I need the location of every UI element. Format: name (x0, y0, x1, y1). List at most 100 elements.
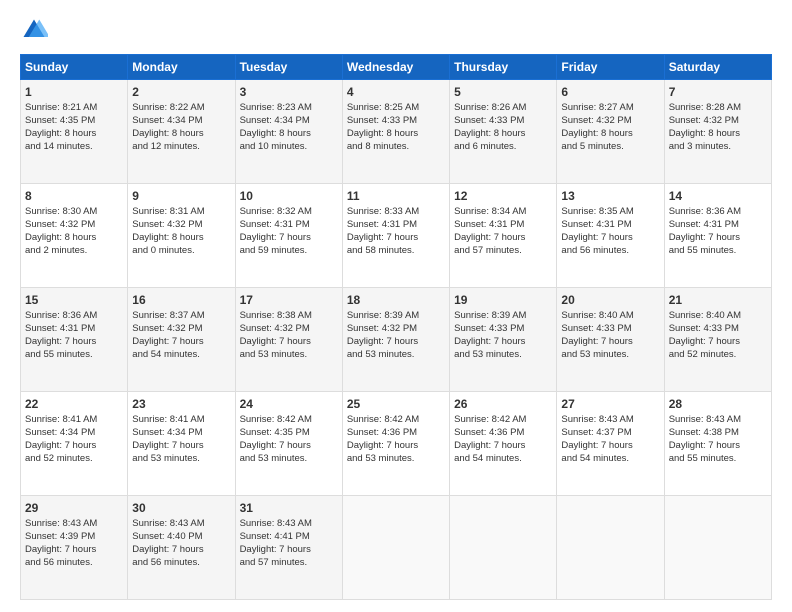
calendar-cell: 8Sunrise: 8:30 AMSunset: 4:32 PMDaylight… (21, 184, 128, 288)
calendar-cell (450, 496, 557, 600)
day-info: Sunset: 4:32 PM (347, 323, 445, 336)
day-info: Sunset: 4:35 PM (25, 115, 123, 128)
day-number: 11 (347, 188, 445, 204)
day-number: 26 (454, 396, 552, 412)
day-info: and 53 minutes. (561, 349, 659, 362)
day-info: Daylight: 7 hours (25, 336, 123, 349)
day-info: Daylight: 7 hours (669, 336, 767, 349)
calendar-cell: 16Sunrise: 8:37 AMSunset: 4:32 PMDayligh… (128, 288, 235, 392)
day-info: Sunset: 4:36 PM (347, 427, 445, 440)
day-info: Sunrise: 8:25 AM (347, 102, 445, 115)
day-number: 9 (132, 188, 230, 204)
day-info: Sunrise: 8:41 AM (25, 414, 123, 427)
day-info: Daylight: 8 hours (25, 128, 123, 141)
calendar-cell: 20 Sunrise: 8:40 AMSunset: 4:33 PMDayligh… (557, 288, 664, 392)
day-info: and 52 minutes. (669, 349, 767, 362)
day-info: Daylight: 7 hours (132, 336, 230, 349)
day-info: Sunset: 4:32 PM (132, 323, 230, 336)
day-info: Daylight: 7 hours (454, 336, 552, 349)
day-info: Sunset: 4:32 PM (561, 115, 659, 128)
calendar-cell: 29Sunrise: 8:43 AMSunset: 4:39 PMDayligh… (21, 496, 128, 600)
day-info: Sunset: 4:34 PM (240, 115, 338, 128)
day-info: Sunrise: 8:35 AM (561, 206, 659, 219)
calendar-cell: 5Sunrise: 8:26 AMSunset: 4:33 PMDaylight… (450, 80, 557, 184)
day-info: Sunrise: 8:31 AM (132, 206, 230, 219)
day-info: Sunrise: 8:40 AM (561, 310, 659, 323)
day-info: Sunset: 4:41 PM (240, 531, 338, 544)
day-info: Sunrise: 8:33 AM (347, 206, 445, 219)
calendar-cell: 25Sunrise: 8:42 AMSunset: 4:36 PMDayligh… (342, 392, 449, 496)
day-info: Daylight: 7 hours (240, 544, 338, 557)
day-number: 1 (25, 84, 123, 100)
col-header-tuesday: Tuesday (235, 55, 342, 80)
day-info: and 57 minutes. (240, 557, 338, 570)
day-info: Daylight: 7 hours (240, 232, 338, 245)
page: SundayMondayTuesdayWednesdayThursdayFrid… (0, 0, 792, 612)
day-info: Sunrise: 8:36 AM (25, 310, 123, 323)
day-info: and 55 minutes. (669, 453, 767, 466)
day-info: Sunset: 4:33 PM (669, 323, 767, 336)
calendar-cell: 1Sunrise: 8:21 AMSunset: 4:35 PMDaylight… (21, 80, 128, 184)
day-info: Sunrise: 8:36 AM (669, 206, 767, 219)
day-info: Sunrise: 8:22 AM (132, 102, 230, 115)
day-info: Sunrise: 8:27 AM (561, 102, 659, 115)
day-info: Sunset: 4:31 PM (347, 219, 445, 232)
col-header-thursday: Thursday (450, 55, 557, 80)
day-info: Sunrise: 8:32 AM (240, 206, 338, 219)
day-info: and 6 minutes. (454, 141, 552, 154)
day-info: and 59 minutes. (240, 245, 338, 258)
day-info: Sunset: 4:34 PM (132, 115, 230, 128)
header-row: SundayMondayTuesdayWednesdayThursdayFrid… (21, 55, 772, 80)
day-info: Sunrise: 8:23 AM (240, 102, 338, 115)
day-info: Daylight: 7 hours (561, 440, 659, 453)
calendar-cell: 27Sunrise: 8:43 AMSunset: 4:37 PMDayligh… (557, 392, 664, 496)
day-info: and 2 minutes. (25, 245, 123, 258)
day-info: and 54 minutes. (454, 453, 552, 466)
day-info: Sunset: 4:31 PM (669, 219, 767, 232)
day-info: Sunset: 4:32 PM (240, 323, 338, 336)
day-info: Daylight: 7 hours (240, 440, 338, 453)
day-info: Sunrise: 8:34 AM (454, 206, 552, 219)
calendar-cell: 14Sunrise: 8:36 AMSunset: 4:31 PMDayligh… (664, 184, 771, 288)
day-info: Sunset: 4:33 PM (347, 115, 445, 128)
calendar-cell: 9Sunrise: 8:31 AMSunset: 4:32 PMDaylight… (128, 184, 235, 288)
day-info: Daylight: 7 hours (347, 440, 445, 453)
day-info: Sunrise: 8:28 AM (669, 102, 767, 115)
day-info: Sunrise: 8:30 AM (25, 206, 123, 219)
calendar-week-2: 8Sunrise: 8:30 AMSunset: 4:32 PMDaylight… (21, 184, 772, 288)
day-info: and 53 minutes. (454, 349, 552, 362)
calendar-cell: 30Sunrise: 8:43 AMSunset: 4:40 PMDayligh… (128, 496, 235, 600)
day-number: 20 (561, 292, 659, 308)
day-number: 10 (240, 188, 338, 204)
day-info: Daylight: 7 hours (454, 440, 552, 453)
day-info: Sunset: 4:33 PM (454, 115, 552, 128)
day-info: Sunrise: 8:42 AM (454, 414, 552, 427)
day-info: and 54 minutes. (561, 453, 659, 466)
calendar-table: SundayMondayTuesdayWednesdayThursdayFrid… (20, 54, 772, 600)
day-info: and 56 minutes. (132, 557, 230, 570)
day-info: Sunset: 4:33 PM (561, 323, 659, 336)
calendar-cell (342, 496, 449, 600)
day-info: Daylight: 7 hours (561, 232, 659, 245)
calendar-week-3: 15Sunrise: 8:36 AMSunset: 4:31 PMDayligh… (21, 288, 772, 392)
day-info: and 53 minutes. (347, 453, 445, 466)
day-info: Sunset: 4:39 PM (25, 531, 123, 544)
day-info: Sunset: 4:38 PM (669, 427, 767, 440)
day-info: Daylight: 8 hours (561, 128, 659, 141)
day-info: Sunrise: 8:43 AM (669, 414, 767, 427)
day-info: Sunset: 4:32 PM (132, 219, 230, 232)
day-info: Sunrise: 8:39 AM (454, 310, 552, 323)
day-info: Daylight: 8 hours (25, 232, 123, 245)
day-info: Daylight: 7 hours (240, 336, 338, 349)
day-info: Daylight: 7 hours (561, 336, 659, 349)
col-header-saturday: Saturday (664, 55, 771, 80)
day-number: 28 (669, 396, 767, 412)
calendar-cell: 11Sunrise: 8:33 AMSunset: 4:31 PMDayligh… (342, 184, 449, 288)
day-info: Sunrise: 8:41 AM (132, 414, 230, 427)
day-info: Daylight: 7 hours (132, 440, 230, 453)
day-info: Daylight: 7 hours (25, 544, 123, 557)
day-info: and 55 minutes. (669, 245, 767, 258)
day-info: Sunrise: 8:42 AM (347, 414, 445, 427)
day-number: 22 (25, 396, 123, 412)
calendar-cell: 3Sunrise: 8:23 AMSunset: 4:34 PMDaylight… (235, 80, 342, 184)
